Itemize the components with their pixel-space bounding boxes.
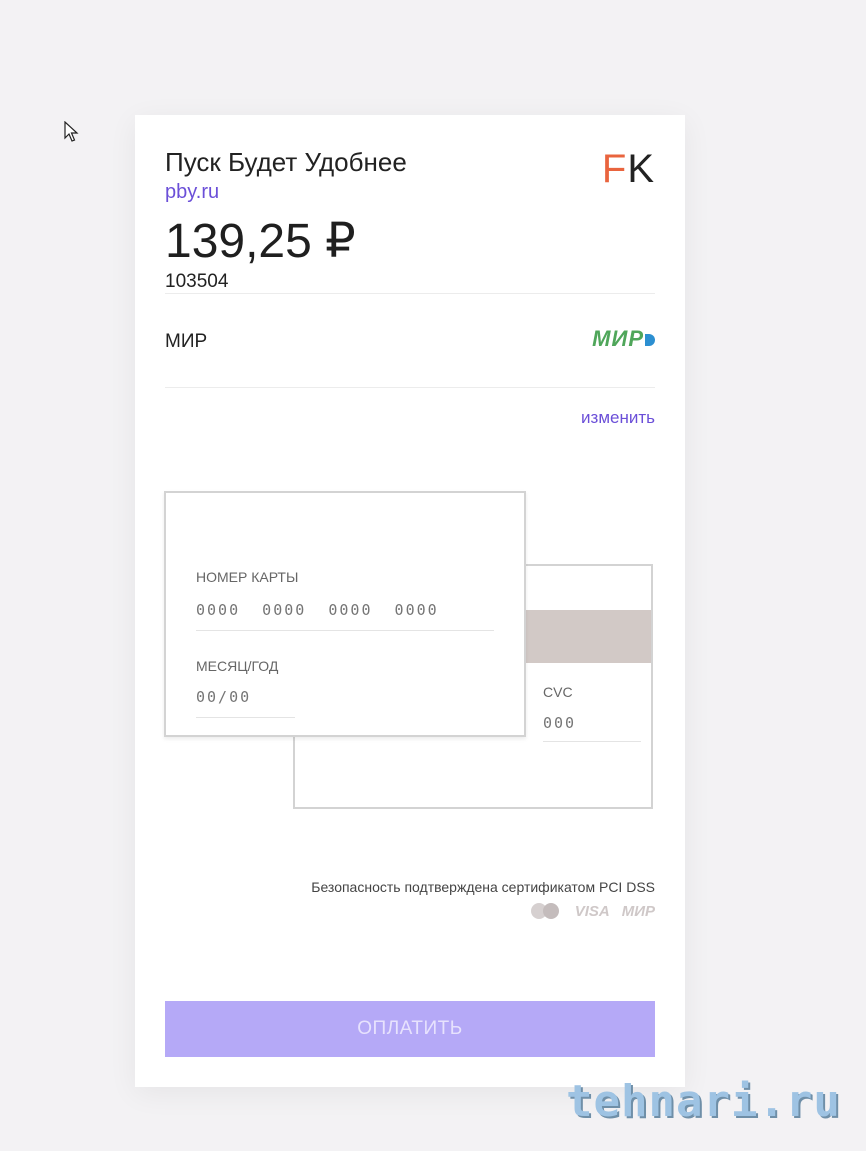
watermark: tehnari.ru bbox=[566, 1076, 841, 1127]
cvc-input[interactable] bbox=[543, 705, 641, 742]
pci-dss-notice: Безопасность подтверждена сертификатом P… bbox=[311, 879, 655, 895]
expiry-label: МЕСЯЦ/ГОД bbox=[196, 658, 279, 674]
merchant-name: Пуск Будет Удобнее bbox=[165, 147, 407, 177]
fk-logo: FK bbox=[602, 149, 655, 189]
visa-icon: VISA bbox=[574, 902, 610, 920]
card-number-label: НОМЕР КАРТЫ bbox=[196, 569, 299, 585]
payment-panel: Пуск Будет Удобнее pby.ru FK 139,25 ₽ 10… bbox=[135, 115, 685, 1087]
mir-logo-icon: МИР bbox=[592, 326, 655, 352]
payment-method-row[interactable]: МИР МИР bbox=[165, 293, 655, 387]
payment-system-logos: VISA МИР bbox=[530, 901, 655, 921]
divider bbox=[165, 387, 655, 388]
order-id: 103504 bbox=[165, 271, 229, 292]
mir-logo-text: МИР bbox=[592, 326, 644, 351]
fk-logo-f: F bbox=[601, 147, 628, 191]
card-front: НОМЕР КАРТЫ МЕСЯЦ/ГОД bbox=[164, 491, 526, 737]
mastercard-icon bbox=[530, 901, 563, 921]
mir-icon: МИР bbox=[621, 902, 655, 920]
card-number-input[interactable] bbox=[196, 590, 494, 631]
expiry-input[interactable] bbox=[196, 677, 295, 718]
payment-method-label: МИР bbox=[165, 331, 208, 352]
fk-logo-k: K bbox=[627, 147, 655, 191]
payment-amount: 139,25 ₽ bbox=[165, 215, 356, 268]
change-method-link[interactable]: изменить bbox=[581, 408, 655, 428]
pay-button[interactable]: ОПЛАТИТЬ bbox=[165, 1001, 655, 1057]
cvc-label: CVC bbox=[543, 684, 573, 700]
merchant-site-link[interactable]: pby.ru bbox=[165, 181, 219, 204]
mouse-cursor-icon bbox=[64, 121, 79, 142]
